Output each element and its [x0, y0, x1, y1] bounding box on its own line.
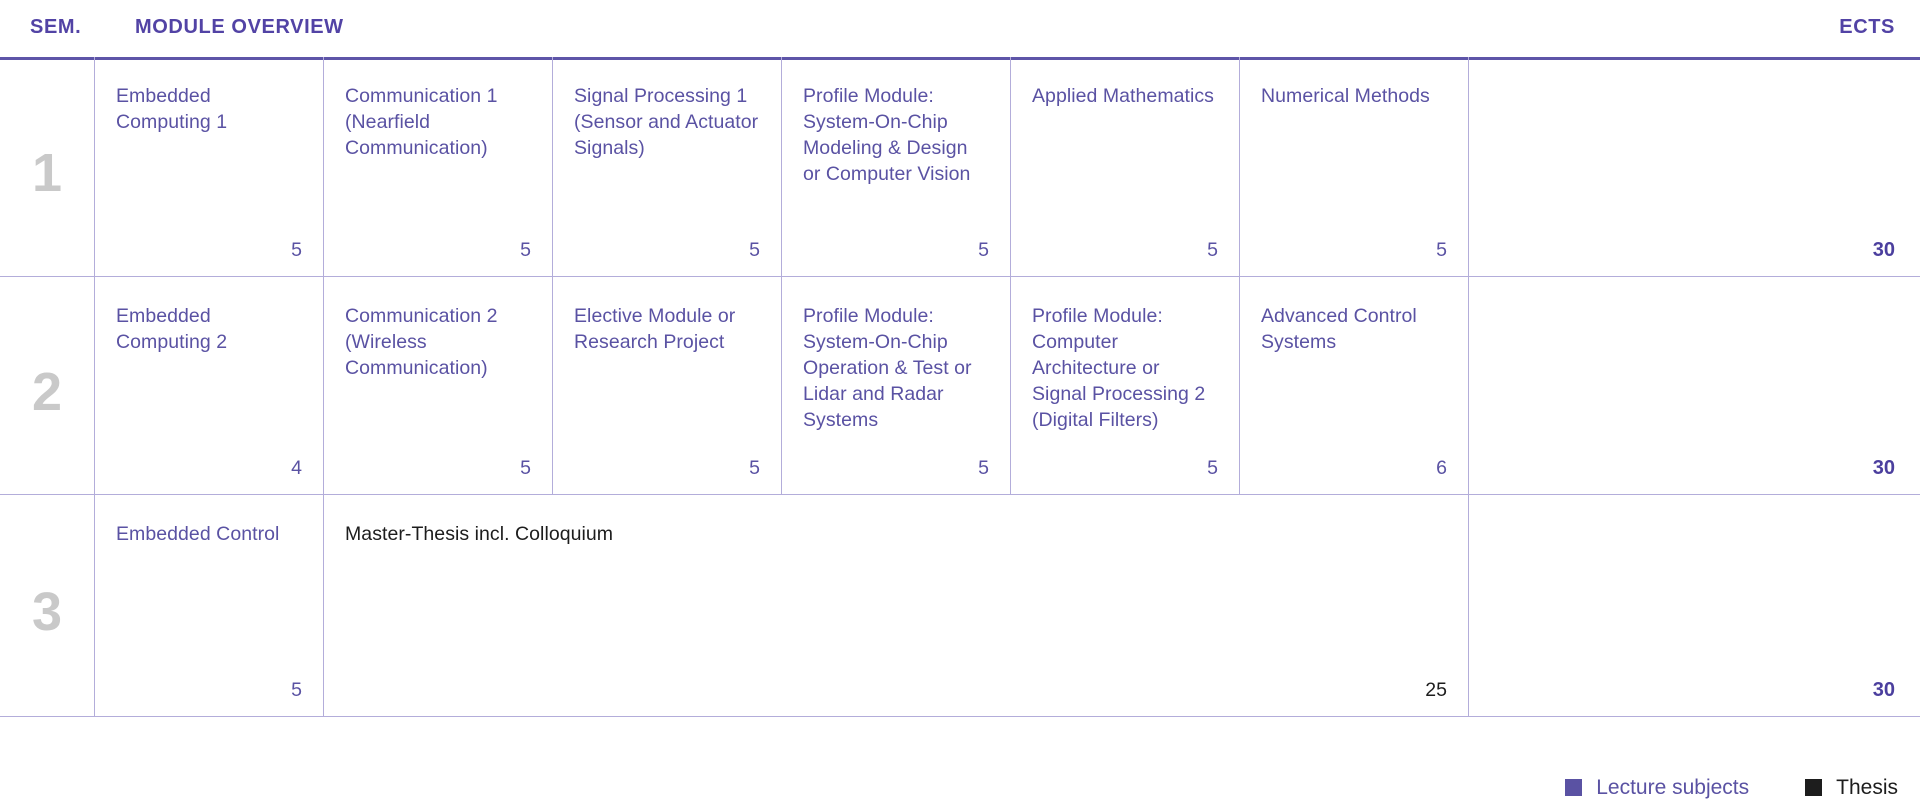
legend-item-lecture: Lecture subjects [1565, 777, 1749, 798]
module-title: Embedded Control [116, 523, 280, 545]
module-title: Profile Module: System-On-Chip Modeling … [803, 85, 971, 185]
module-cell[interactable]: Numerical Methods 5 [1240, 57, 1469, 276]
module-credits: 5 [1207, 239, 1218, 261]
legend-label: Thesis [1836, 776, 1898, 799]
module-cell[interactable]: Profile Module: System-On-Chip Modeling … [782, 57, 1011, 276]
table-header: SEM. MODULE OVERVIEW ECTS [0, 0, 1920, 57]
module-cell[interactable]: Communication 1 (Nearfield Communication… [324, 57, 553, 276]
module-overview-page: SEM. MODULE OVERVIEW ECTS 1 Embedded Com… [0, 0, 1920, 810]
semester-number: 3 [31, 581, 63, 642]
legend-label: Lecture subjects [1596, 776, 1750, 799]
module-cell[interactable]: Elective Module or Research Project 5 [553, 277, 782, 494]
lecture-swatch-icon [1565, 779, 1583, 796]
module-title: Numerical Methods [1261, 85, 1430, 107]
module-credits: 4 [291, 457, 302, 479]
module-title: Communication 1 (Nearfield Communication… [345, 85, 498, 159]
module-title: Embedded Computing 2 [116, 305, 228, 353]
ects-total: 30 [1872, 679, 1895, 701]
module-credits: 5 [1207, 457, 1218, 479]
module-cell[interactable]: Profile Module: System-On-Chip Operation… [782, 277, 1011, 494]
semester-number: 1 [31, 142, 63, 203]
thesis-cell[interactable]: Master-Thesis incl. Colloquium 25 [324, 495, 1469, 716]
module-title: Embedded Computing 1 [116, 85, 228, 133]
module-cell[interactable]: Signal Processing 1 (Sensor and Actuator… [553, 57, 782, 276]
module-credits: 5 [520, 239, 531, 261]
module-credits: 5 [978, 457, 989, 479]
module-title: Elective Module or Research Project [574, 305, 736, 353]
semester-cell: 1 [0, 57, 95, 276]
table-row: 2 Embedded Computing 2 4 Communication 2… [0, 277, 1920, 495]
module-title: Master-Thesis incl. Colloquium [345, 523, 614, 545]
legend-item-thesis: Thesis [1805, 777, 1898, 798]
ects-total: 30 [1872, 239, 1895, 261]
module-cell[interactable]: Embedded Computing 2 4 [95, 277, 324, 494]
module-credits: 5 [1436, 239, 1447, 261]
module-cell[interactable]: Profile Module: Computer Architecture or… [1011, 277, 1240, 494]
ects-total: 30 [1872, 457, 1895, 479]
table-row: 3 Embedded Control 5 Master-Thesis incl.… [0, 495, 1920, 717]
module-title: Advanced Control Systems [1261, 305, 1417, 353]
header-sem-label: SEM. [30, 16, 82, 38]
module-title: Profile Module: Computer Architecture or… [1032, 305, 1206, 431]
module-credits: 5 [978, 239, 989, 261]
module-cell[interactable]: Embedded Computing 1 5 [95, 57, 324, 276]
module-credits: 5 [749, 457, 760, 479]
ects-cell: 30 [1469, 57, 1920, 276]
table-row: 1 Embedded Computing 1 5 Communication 1… [0, 57, 1920, 277]
module-credits: 5 [291, 679, 302, 701]
module-credits: 5 [291, 239, 302, 261]
legend: Lecture subjects Thesis [1565, 777, 1898, 798]
semester-cell: 3 [0, 495, 95, 716]
header-module-overview-label: MODULE OVERVIEW [135, 16, 344, 38]
header-ects-label: ECTS [1839, 16, 1895, 38]
module-credits: 25 [1425, 679, 1447, 701]
ects-cell: 30 [1469, 495, 1920, 716]
module-credits: 5 [749, 239, 760, 261]
module-cell[interactable]: Applied Mathematics 5 [1011, 57, 1240, 276]
module-title: Applied Mathematics [1032, 85, 1214, 107]
ects-cell: 30 [1469, 277, 1920, 494]
module-table: 1 Embedded Computing 1 5 Communication 1… [0, 57, 1920, 717]
semester-number: 2 [31, 361, 63, 422]
module-credits: 6 [1436, 457, 1447, 479]
module-title: Profile Module: System-On-Chip Operation… [803, 305, 972, 431]
module-cell[interactable]: Advanced Control Systems 6 [1240, 277, 1469, 494]
thesis-swatch-icon [1805, 779, 1823, 796]
module-cell[interactable]: Communication 2 (Wireless Communication)… [324, 277, 553, 494]
module-credits: 5 [520, 457, 531, 479]
module-title: Signal Processing 1 (Sensor and Actuator… [574, 85, 759, 159]
module-cell[interactable]: Embedded Control 5 [95, 495, 324, 716]
module-title: Communication 2 (Wireless Communication) [345, 305, 498, 379]
semester-cell: 2 [0, 277, 95, 494]
